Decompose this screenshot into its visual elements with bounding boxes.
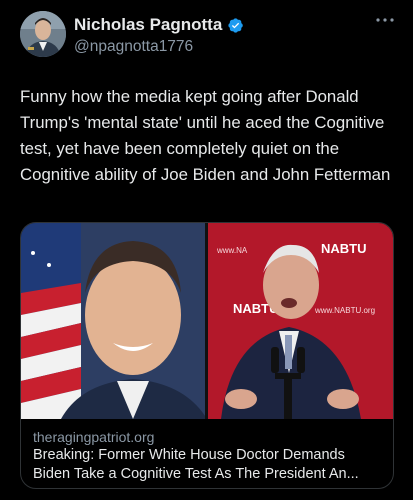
signage-text: www.NA <box>216 246 248 255</box>
more-options-button[interactable] <box>374 12 396 28</box>
ellipsis-icon <box>376 18 394 22</box>
avatar-photo <box>20 11 66 57</box>
signage-text: www.NABTU.org <box>314 306 375 315</box>
link-preview-card[interactable]: www.NA NABTU NABTU www.NABTU.org theragi… <box>20 222 394 489</box>
tweet-text: Funny how the media kept going after Don… <box>20 87 391 184</box>
author-display-name[interactable]: Nicholas Pagnotta <box>74 15 222 35</box>
verified-badge-icon <box>228 17 244 33</box>
link-domain[interactable]: theragingpatriot.org <box>33 429 154 445</box>
link-preview-image: www.NA NABTU NABTU www.NABTU.org <box>21 223 393 419</box>
link-title-line: Breaking: Former White House Doctor Dema… <box>33 447 345 463</box>
author-avatar[interactable] <box>20 11 66 57</box>
signage-text: NABTU <box>321 241 367 256</box>
author-name[interactable]: Nicholas Pagnotta <box>74 15 244 35</box>
author-handle[interactable]: @npagnotta1776 <box>74 38 193 56</box>
link-title-line: Biden Take a Cognitive Test As The Presi… <box>33 466 359 482</box>
link-title[interactable]: Breaking: Former White House Doctor Dema… <box>33 446 385 484</box>
tweet-header: Nicholas Pagnotta @npagnotta1776 <box>0 0 413 70</box>
